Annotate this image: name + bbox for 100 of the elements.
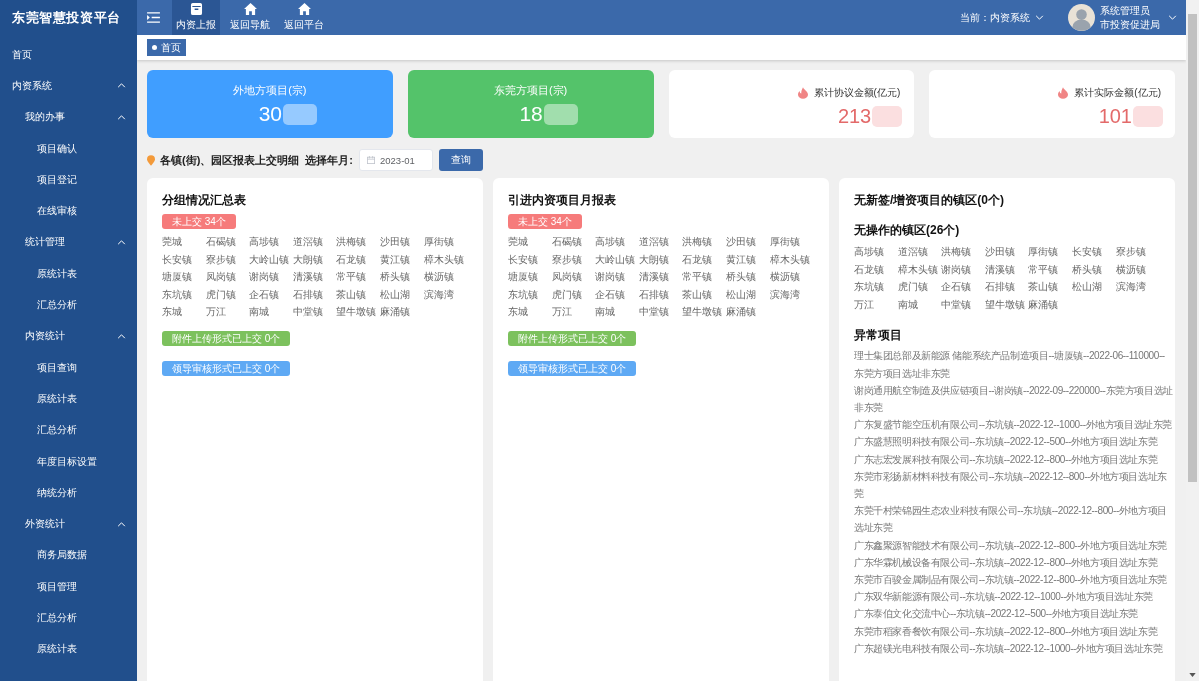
sidebar-item[interactable]: 原统计表 (0, 383, 137, 415)
town-name: 企石镇 (941, 280, 973, 295)
town-name: 东城 (162, 305, 183, 320)
chevron-down-icon[interactable] (1168, 15, 1177, 20)
town-name: 大岭山镇 (249, 252, 291, 267)
menu-icon[interactable] (147, 12, 160, 23)
sidebar-item[interactable]: 项目管理 (0, 571, 137, 603)
town-name: 横沥镇 (1115, 262, 1147, 277)
sidebar-item[interactable]: 首页 (0, 39, 137, 71)
sidebar-item[interactable]: 商务局数据 (0, 539, 137, 572)
stat-value: 101 (1098, 104, 1132, 128)
sidebar-item[interactable]: 汇总分析 (0, 414, 137, 446)
town-name: 谢岗镇 (941, 262, 973, 277)
nav-tab[interactable]: 内资上报 (172, 0, 220, 35)
abnormal-project-entry: 东莞市稻家香餐饮有限公司--东坑镇--2022-12--800--外地方项目选址东莞 (854, 624, 1159, 639)
sidebar-item[interactable]: 外资统计 (0, 508, 137, 540)
breadcrumb-tag[interactable]: 首页 (147, 39, 186, 56)
town-name: 虎门镇 (897, 280, 929, 295)
town-name: 高埗镇 (249, 235, 281, 249)
nav-tab[interactable]: 返回平台 (280, 0, 328, 35)
abnormal-project-entry: 广东华霖机械设备有限公司--东坑镇--2022-12--800--外地方项目选址东莞 (854, 555, 1159, 570)
town-name: 塘厦镇 (162, 270, 193, 285)
archive-box-icon (189, 3, 203, 15)
panel-title: 无新签/增资项目的镇区(0个) (854, 192, 1005, 208)
town-name: 高埗镇 (595, 235, 627, 249)
scroll-down-arrow-icon[interactable] (1189, 673, 1196, 677)
town-name: 凤岗镇 (551, 270, 583, 285)
abnormal-project-entry: 广东超镁光电科技有限公司--东坑镇--2022-12--1000--外地方项目选址东莞 (854, 641, 1164, 656)
town-name: 莞城 (508, 235, 529, 249)
date-field[interactable]: 2023-01 (359, 149, 433, 171)
town-name: 南城 (249, 305, 271, 320)
flame-icon (1058, 87, 1069, 99)
abnormal-project-entry: 广东泰伯文化交流中心--东坑镇--2022-12--500--外地方项目选址东莞 (854, 607, 1140, 622)
town-name: 长安镇 (162, 252, 193, 267)
sidebar-item[interactable]: 项目查询 (0, 351, 137, 384)
system-switcher[interactable]: 当前：内资系统 (960, 10, 1044, 25)
section-heading: 无操作的镇区(26个) (854, 222, 960, 238)
town-name: 东坑镇 (508, 287, 539, 302)
town-name: 长安镇 (1071, 245, 1103, 259)
abnormal-project-entry: 广东志宏发展科技有限公司--东坑镇--2022-12--800--外地方项目选址东莞 (854, 452, 1159, 467)
town-name: 寮步镇 (551, 252, 583, 267)
flame-icon (797, 87, 808, 99)
town-name: 洪梅镇 (941, 245, 973, 259)
town-name: 滨海湾 (423, 287, 455, 302)
scrollbar-thumb[interactable] (1188, 14, 1197, 482)
sidebar-item[interactable]: 我的办事 (0, 101, 137, 133)
town-name: 东城 (508, 305, 529, 320)
sidebar-item[interactable]: 项目登记 (0, 164, 137, 196)
town-name: 麻涌镇 (1028, 297, 1060, 312)
sidebar-item[interactable]: 统计管理 (0, 226, 137, 259)
dot-icon (152, 45, 157, 50)
town-name: 麻涌镇 (725, 305, 757, 320)
town-name: 沙田镇 (984, 245, 1016, 259)
status-tag: 附件上传形式已上交 0个 (508, 330, 637, 346)
town-name: 厚街镇 (1028, 245, 1060, 259)
town-name: 中堂镇 (292, 305, 324, 320)
query-button[interactable]: 查询 (439, 149, 483, 171)
town-name: 望牛墩镇 (984, 297, 1026, 312)
sidebar-item[interactable]: 年度目标设置 (0, 445, 137, 478)
date-label: 选择年月: (305, 152, 353, 168)
status-tag: 未上交 34个 (508, 214, 582, 229)
status-tag: 未上交 34个 (162, 214, 236, 229)
sidebar-item[interactable]: 内资系统 (0, 70, 137, 102)
town-name: 凤岗镇 (205, 270, 237, 285)
town-name: 洪梅镇 (682, 235, 714, 249)
town-name: 黄江镇 (725, 252, 757, 267)
town-name: 南城 (897, 297, 919, 312)
abnormal-project-entry: 广东鑫聚源智能技术有限公司--东坑镇--2022-12--800--外地方项目选址东莞 (854, 538, 1168, 553)
sidebar-item[interactable]: 纳统分析 (0, 477, 137, 509)
town-name: 樟木头镇 (769, 252, 811, 267)
home-icon (297, 3, 311, 15)
sidebar-item[interactable]: 原统计表 (0, 258, 137, 290)
sidebar-item[interactable]: 项目确认 (0, 132, 137, 165)
app-title: 东莞智慧投资平台 (12, 8, 121, 27)
town-name: 松山湖 (1071, 280, 1103, 295)
town-name: 寮步镇 (205, 252, 237, 267)
status-tag: 领导审核形式已上交 0个 (508, 360, 637, 376)
town-name: 桥头镇 (379, 270, 411, 285)
sidebar-item[interactable]: 汇总分析 (0, 602, 137, 634)
sidebar-item[interactable]: 汇总分析 (0, 289, 137, 321)
sidebar-item[interactable]: 内资统计 (0, 320, 137, 352)
sidebar-item[interactable]: 原统计表 (0, 633, 137, 665)
stat-label: 累计协议金额(亿元) (813, 86, 901, 100)
stat-label: 外地方项目(宗) (233, 83, 307, 97)
sidebar-item[interactable]: 在线审核 (0, 195, 137, 227)
abnormal-project-entry: 东莞千村荣锦园生态农业科技有限公司--东坑镇--2022-12--800--外地方项目选址东莞 (854, 504, 1168, 536)
town-name: 桥头镇 (1071, 262, 1103, 277)
town-name: 虎门镇 (205, 287, 237, 302)
stat-label: 东莞方项目(宗) (493, 83, 568, 97)
abnormal-project-entry: 广东双华新能源有限公司--东坑镇--2022-12--1000--外地方项目选址东莞 (854, 590, 1154, 605)
town-name: 企石镇 (595, 287, 627, 302)
nav-tab[interactable]: 返回导航 (226, 0, 274, 35)
user-avatar-icon[interactable] (1068, 4, 1095, 31)
town-name: 望牛墩镇 (682, 305, 724, 320)
town-name: 中堂镇 (638, 305, 670, 320)
town-name: 万江 (205, 305, 227, 320)
town-name: 清溪镇 (984, 262, 1016, 277)
town-name: 横沥镇 (423, 270, 455, 285)
town-name: 长安镇 (508, 252, 539, 267)
town-name: 谢岗镇 (595, 270, 627, 285)
